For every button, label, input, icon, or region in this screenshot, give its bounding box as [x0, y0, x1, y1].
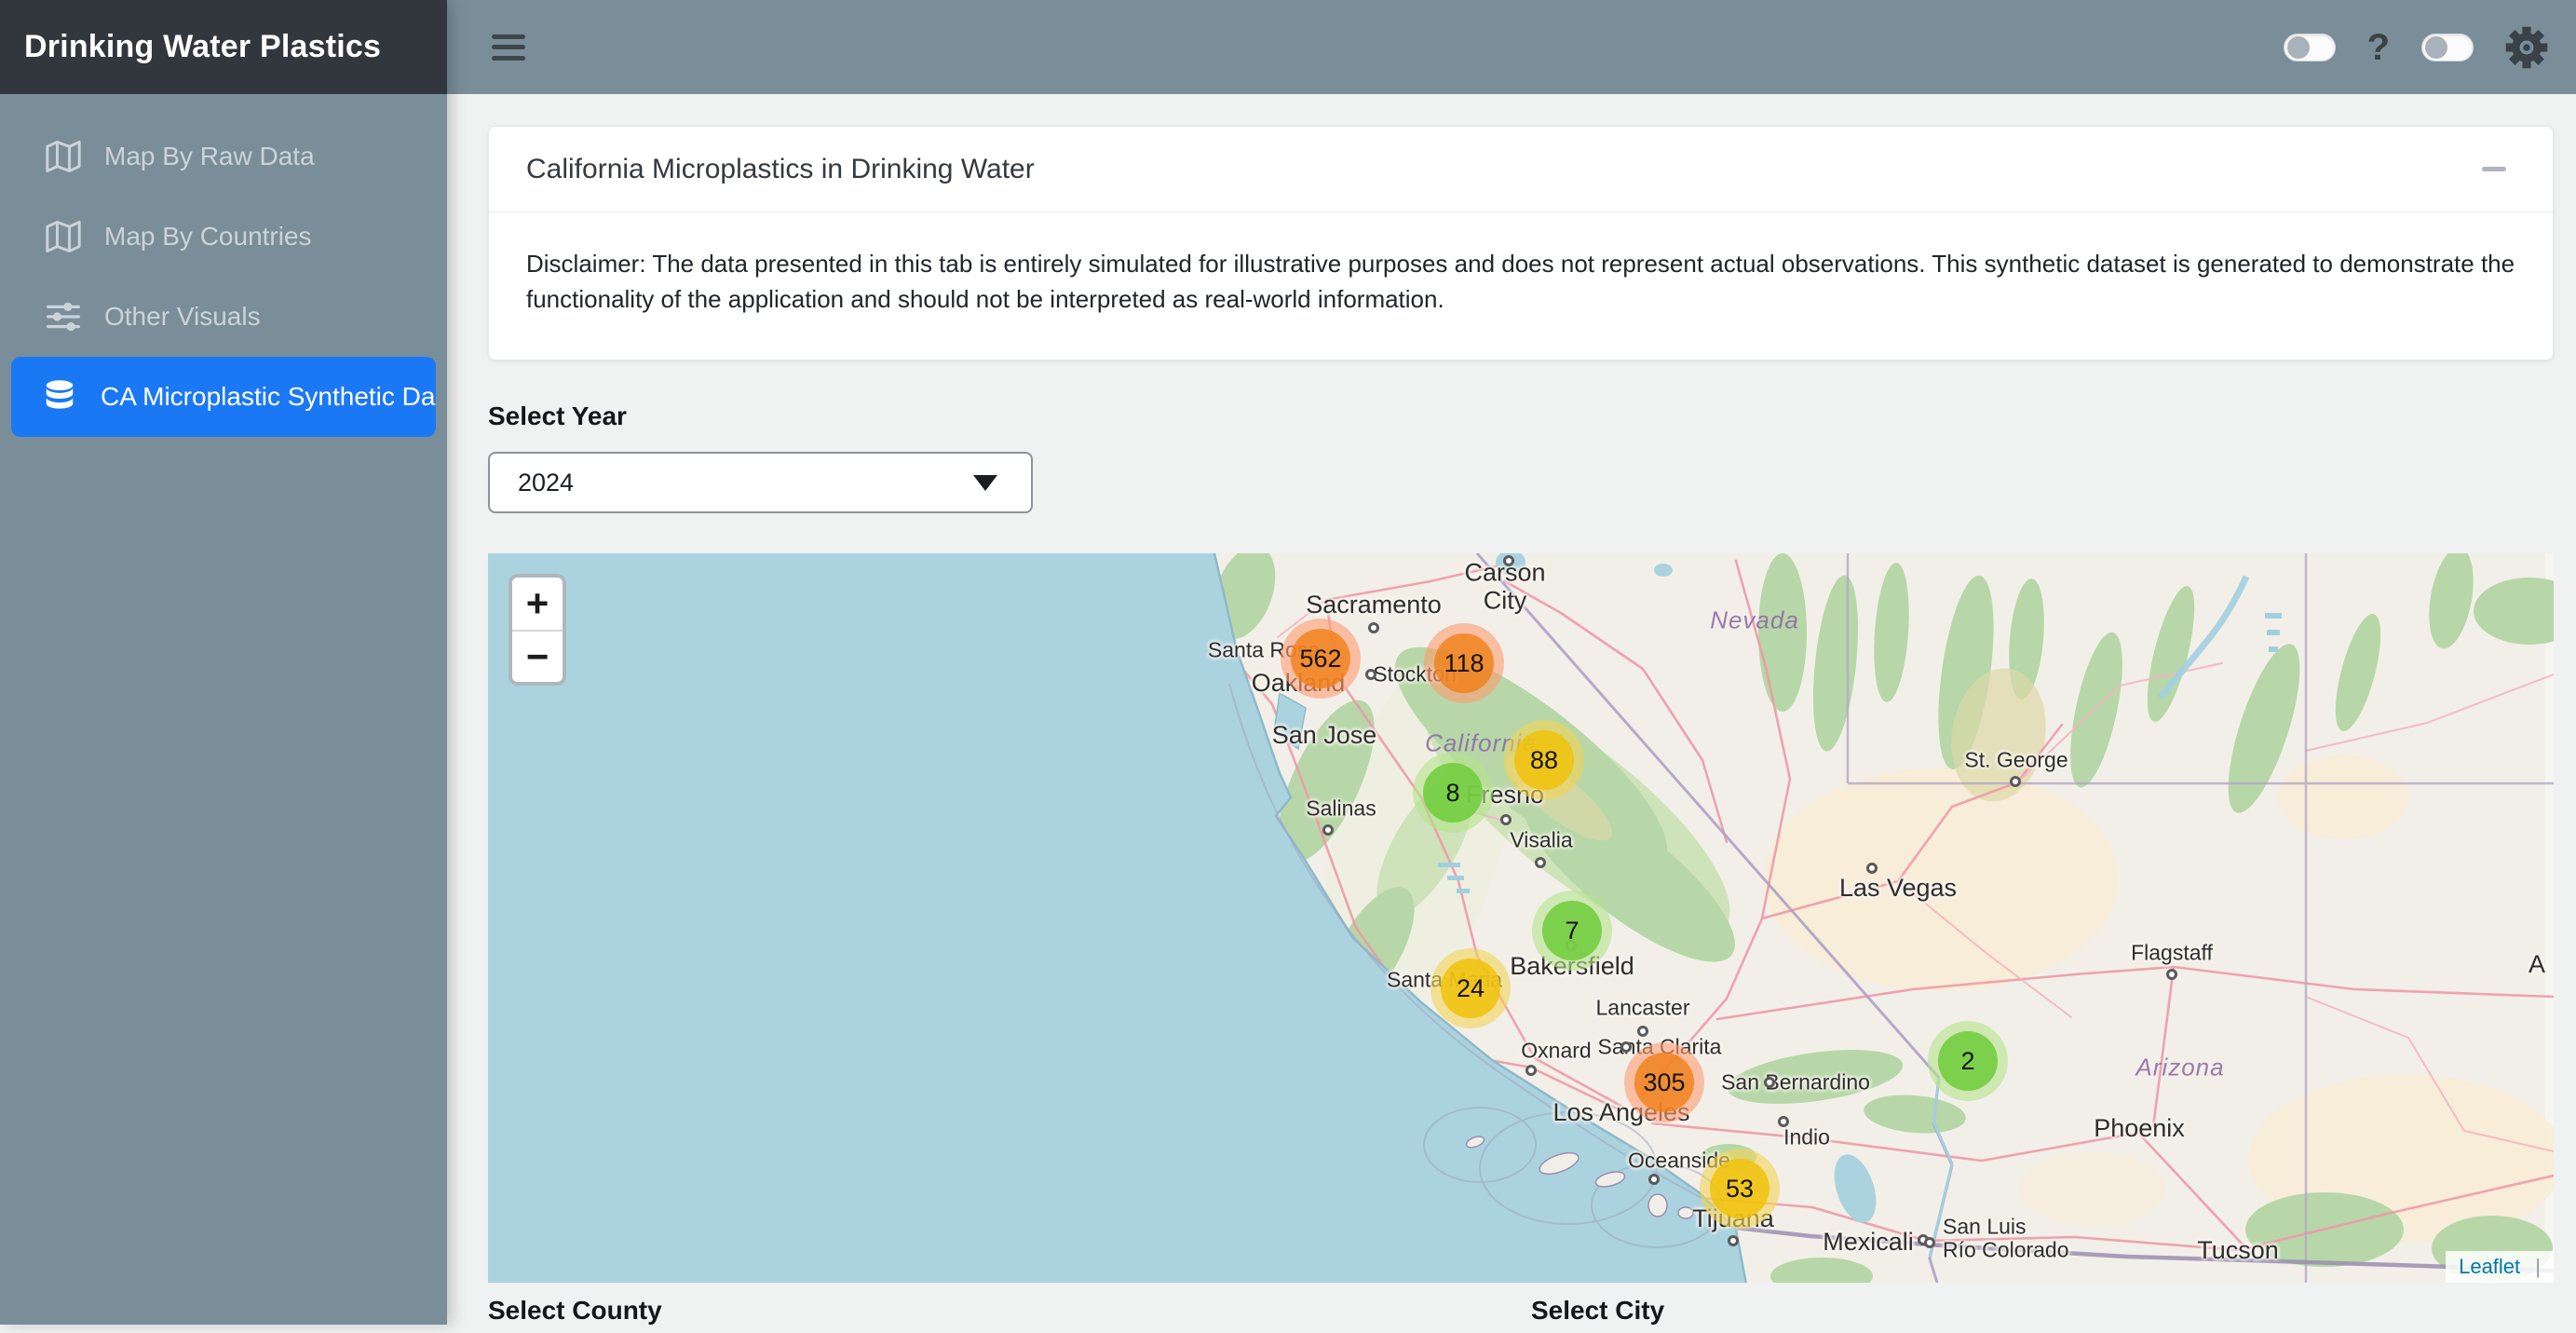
map-label-carson-city: Carson City: [1464, 559, 1545, 614]
map-label-state-arizona: Arizona: [2135, 1054, 2224, 1082]
app-title: Drinking Water Plastics: [0, 0, 447, 94]
map-zoom-control: + −: [508, 574, 566, 686]
map-label-las-vegas: Las Vegas: [1839, 875, 1957, 903]
map-basemap: [488, 553, 2554, 1283]
map-city-dot: [1778, 1116, 1789, 1127]
cluster-count: 562: [1291, 629, 1350, 688]
cluster-count: 305: [1634, 1053, 1694, 1112]
map-label-san-luis-r-o-colorado: San Luis Río Colorado: [1943, 1216, 2069, 1263]
chevron-down-icon: [973, 475, 997, 491]
select-county-label: Select County: [488, 1296, 662, 1326]
map-city-dot: [1365, 669, 1376, 680]
zoom-out-button[interactable]: −: [512, 630, 563, 682]
map-icon: [43, 220, 84, 253]
database-icon: [39, 379, 80, 415]
card-title: California Microplastics in Drinking Wat…: [526, 154, 1035, 185]
select-year-label: Select Year: [488, 401, 2554, 431]
toggle-switch-1[interactable]: [2284, 34, 2336, 61]
map-label-state-nevada: Nevada: [1710, 606, 1799, 635]
map-label-visalia: Visalia: [1510, 828, 1572, 851]
attribution-separator: |: [2535, 1255, 2541, 1278]
map-label-indio: Indio: [1783, 1125, 1830, 1149]
map-city-dot: [1728, 1235, 1739, 1246]
map-city-dot: [1322, 824, 1334, 836]
map-city-dot: [1924, 1237, 1935, 1248]
map-city-dot: [1620, 1041, 1632, 1053]
map-label-salinas: Salinas: [1306, 796, 1376, 820]
map-label-oxnard: Oxnard: [1521, 1039, 1591, 1062]
map-label-flagstaff: Flagstaff: [2131, 941, 2213, 964]
map-cluster-marker-7[interactable]: 7: [1532, 891, 1612, 971]
cluster-count: 118: [1434, 633, 1494, 693]
map-cluster-marker-24[interactable]: 24: [1430, 948, 1511, 1028]
map-city-dot: [1648, 1174, 1660, 1185]
cluster-count: 53: [1710, 1159, 1769, 1218]
map-cluster-marker-53[interactable]: 53: [1700, 1149, 1780, 1229]
map-city-dot: [2166, 969, 2177, 980]
sidebar-menu: Map By Raw Data Map By Countries Other Vis…: [0, 94, 447, 437]
map-city-dot: [1535, 857, 1546, 868]
sidebar-item-label: Other Visuals: [104, 302, 261, 332]
cluster-count: 88: [1514, 730, 1574, 790]
sidebar-item-label: Map By Countries: [104, 222, 312, 252]
map-cluster-marker-2[interactable]: 2: [1928, 1021, 2008, 1101]
leaflet-map[interactable]: Carson CitySacramentoSanta RosaOaklandSt…: [488, 553, 2554, 1283]
top-navbar: ?: [447, 0, 2576, 94]
map-cluster-marker-305[interactable]: 305: [1624, 1042, 1704, 1122]
sidebar-item-label: Map By Raw Data: [104, 142, 315, 171]
map-label-sacramento: Sacramento: [1306, 592, 1442, 619]
sidebar-toggle-hamburger-icon[interactable]: [492, 32, 529, 63]
sidebar-item-other-visuals[interactable]: Other Visuals: [0, 277, 447, 357]
year-select-value: 2024: [518, 469, 574, 497]
gear-icon[interactable]: [2505, 26, 2548, 69]
card-collapse-button[interactable]: [2473, 157, 2515, 181]
sidebar-item-label: CA Microplastic Synthetic Da: [101, 382, 435, 412]
sidebar-item-map-by-countries[interactable]: Map By Countries: [0, 197, 447, 277]
disclaimer-text: Disclaimer: The data presented in this t…: [526, 246, 2515, 317]
map-attribution: Leaflet |: [2446, 1251, 2554, 1283]
minus-icon: [2482, 167, 2506, 171]
year-select[interactable]: 2024: [488, 452, 1033, 513]
map-cluster-marker-562[interactable]: 562: [1281, 619, 1361, 699]
map-cluster-marker-88[interactable]: 88: [1504, 720, 1584, 800]
cluster-count: 8: [1423, 763, 1483, 823]
zoom-in-button[interactable]: +: [512, 578, 563, 630]
map-label-mexicali: Mexicali: [1823, 1229, 1914, 1257]
map-city-dot: [2010, 776, 2021, 787]
map-label-san-bernardino: San Bernardino: [1721, 1070, 1870, 1094]
map-label-st-george: St. George: [1964, 748, 2068, 771]
cluster-count: 24: [1441, 959, 1500, 1018]
select-city-label: Select City: [1531, 1296, 1664, 1326]
map-label-san-jose: San Jose: [1272, 722, 1377, 750]
leaflet-attribution-link[interactable]: Leaflet: [2459, 1255, 2520, 1278]
map-label-a: A: [2529, 951, 2545, 979]
sidebar: Drinking Water Plastics Map By Raw DataM…: [0, 0, 447, 1325]
info-card: California Microplastics in Drinking Wat…: [488, 126, 2554, 360]
toggle-switch-2[interactable]: [2421, 34, 2474, 61]
sidebar-item-ca-microplastic-synthetic-da[interactable]: CA Microplastic Synthetic Da: [11, 357, 436, 437]
map-label-lancaster: Lancaster: [1595, 996, 1689, 1019]
map-label-phoenix: Phoenix: [2094, 1115, 2185, 1143]
sidebar-item-map-by-raw-data[interactable]: Map By Raw Data: [0, 116, 447, 197]
map-city-dot: [1525, 1065, 1537, 1076]
help-icon[interactable]: ?: [2367, 29, 2390, 66]
map-city-dot: [1368, 622, 1379, 633]
map-label-tucson: Tucson: [2197, 1237, 2279, 1265]
map-city-dot: [1500, 814, 1512, 825]
map-city-dot: [1764, 1077, 1775, 1088]
map-cluster-marker-118[interactable]: 118: [1424, 623, 1504, 703]
sliders-icon: [43, 300, 84, 333]
map-cluster-marker-8[interactable]: 8: [1413, 753, 1493, 833]
main-content: California Microplastics in Drinking Wat…: [447, 94, 2576, 1325]
map-city-dot: [1503, 555, 1514, 566]
cluster-count: 7: [1542, 901, 1602, 960]
map-city-dot: [1866, 863, 1878, 874]
cluster-count: 2: [1938, 1031, 1998, 1091]
map-icon: [43, 140, 84, 173]
